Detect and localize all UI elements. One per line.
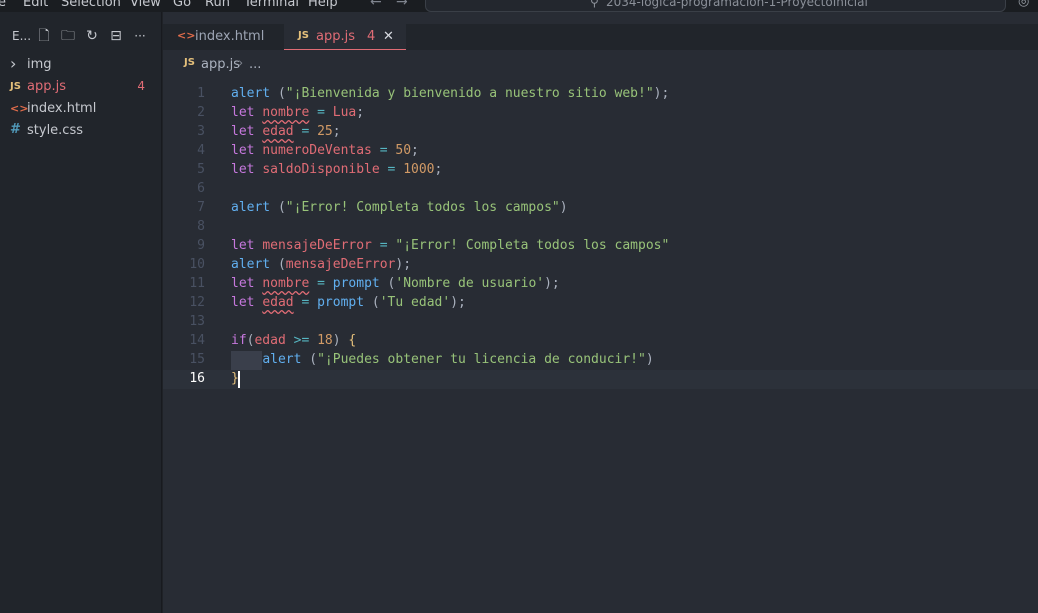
line-number: 6 [197,181,205,196]
code-text: let nombre = prompt ('Nombre de usuario'… [231,276,560,291]
code-line[interactable]: 13 [163,313,1038,332]
code-text: let nombre = Lua; [231,105,365,120]
refresh-icon[interactable]: ↻ [83,27,101,45]
menu-edit[interactable]: Edit [23,0,48,10]
js-file-icon: JS [184,57,195,68]
line-number: 16 [189,371,205,386]
explorer-sidebar: E... 🗋 🗀 ↻ ⊟ ··· › img JS app.js 4 <> in… [0,12,162,613]
code-line[interactable]: 8 [163,218,1038,237]
code-line[interactable]: 3 let edad = 25; [163,123,1038,142]
menu-run[interactable]: Run [205,0,230,10]
tree-item-index-html[interactable]: <> index.html [0,98,161,120]
line-number: 8 [197,219,205,234]
line-number: 7 [197,200,205,215]
line-number: 13 [189,314,205,329]
tree-item-label: app.js [27,79,66,94]
tab-app-js[interactable]: JS app.js 4 ✕ [284,24,406,50]
html-file-icon: <> [10,102,29,115]
line-number: 5 [197,162,205,177]
breadcrumb-more[interactable]: ... [249,57,261,72]
line-number: 2 [197,105,205,120]
code-text: let edad = prompt ('Tu edad'); [231,295,466,310]
code-line[interactable]: 14 if(edad >= 18) { [163,332,1038,351]
code-text: alert ("¡Error! Completa todos los campo… [231,200,568,215]
code-text: alert (mensajeDeError); [231,257,412,272]
code-line[interactable]: 11 let nombre = prompt ('Nombre de usuari… [163,275,1038,294]
tab-label: app.js [316,29,355,44]
menu-file[interactable]: e [0,0,6,10]
code-line[interactable]: 7 alert ("¡Error! Completa todos los camp… [163,199,1038,218]
code-text: if(edad >= 18) { [231,333,357,348]
line-number: 4 [197,143,205,158]
line-number: 3 [197,124,205,139]
new-folder-icon[interactable]: 🗀 [59,27,77,45]
code-line[interactable]: 12 let edad = prompt ('Tu edad'); [163,294,1038,313]
js-file-icon: JS [298,30,309,41]
text-cursor [238,371,240,388]
new-file-icon[interactable]: 🗋 [35,27,53,45]
code-text: alert ("¡Bienvenida y bienvenido a nuest… [231,86,670,101]
menu-go[interactable]: Go [173,0,191,10]
code-line[interactable]: 10 alert (mensajeDeError); [163,256,1038,275]
breadcrumb: JS app.js › ... [163,54,1038,74]
tree-item-app-js[interactable]: JS app.js 4 [0,76,161,98]
code-line[interactable]: 6 [163,180,1038,199]
code-text: let saldoDisponible = 1000; [231,162,443,177]
html-file-icon: <> [177,29,196,42]
code-text: alert ("¡Puedes obtener tu licencia de c… [262,352,654,367]
tree-item-label: index.html [27,101,97,116]
code-text: let edad = 25; [231,124,341,139]
js-file-icon: JS [10,81,21,92]
tree-item-img-folder[interactable]: › img [0,54,161,76]
menu-view[interactable]: View [130,0,161,10]
code-text: let numeroDeVentas = 50; [231,143,419,158]
collapse-icon[interactable]: ⊟ [107,27,125,45]
code-line[interactable]: 5 let saldoDisponible = 1000; [163,161,1038,180]
more-icon[interactable]: ··· [131,27,149,45]
code-line[interactable]: 2 let nombre = Lua; [163,104,1038,123]
line-number: 11 [189,276,205,291]
tab-index-html[interactable]: <> index.html [163,24,281,50]
forward-arrow-icon[interactable]: → [396,0,408,10]
editor-area: <> index.html JS app.js 4 ✕ JS app.js › … [163,12,1038,613]
line-number: 15 [189,352,205,367]
menu-help[interactable]: Help [308,0,338,10]
close-icon[interactable]: ✕ [383,29,394,44]
explorer-title: E... [12,29,32,43]
line-number: 1 [197,86,205,101]
problems-badge: 4 [137,79,145,93]
css-file-icon: # [10,122,21,137]
search-icon: ⚲ [590,0,599,9]
code-line[interactable]: 16} [163,370,1038,389]
tree-item-label: img [27,57,52,72]
code-line[interactable]: 4 let numeroDeVentas = 50; [163,142,1038,161]
menu-terminal[interactable]: Terminal [244,0,299,10]
back-arrow-icon[interactable]: ← [370,0,382,10]
tab-label: index.html [195,29,265,44]
tree-item-label: style.css [27,123,83,138]
tab-bar: <> index.html JS app.js 4 ✕ [163,24,1038,50]
line-number: 9 [197,238,205,253]
line-number: 10 [189,257,205,272]
menu-bar: e Edit Selection View Go Run Terminal He… [0,0,1038,12]
breadcrumb-file[interactable]: app.js [201,57,240,72]
code-line[interactable]: 15 alert ("¡Puedes obtener tu licencia d… [163,351,1038,370]
code-line[interactable]: 1 alert ("¡Bienvenida y bienvenido a nues… [163,85,1038,104]
tab-problems-badge: 4 [367,29,376,44]
chevron-right-icon: › [238,56,244,71]
explorer-header: E... 🗋 🗀 ↻ ⊟ ··· [0,25,162,49]
chevron-right-icon: › [10,54,17,73]
code-text: let mensajeDeError = "¡Error! Completa t… [231,238,670,253]
command-center-label: 2034-logica-programacion-1-ProyectoInici… [606,0,868,9]
line-number: 12 [189,295,205,310]
menu-selection[interactable]: Selection [61,0,121,10]
command-center[interactable]: ⚲ 2034-logica-programacion-1-ProyectoIni… [425,0,1006,12]
line-number: 14 [189,333,205,348]
copilot-icon[interactable]: ◎ [1018,0,1029,9]
code-line[interactable]: 9 let mensajeDeError = "¡Error! Completa … [163,237,1038,256]
tree-item-style-css[interactable]: # style.css [0,120,161,142]
